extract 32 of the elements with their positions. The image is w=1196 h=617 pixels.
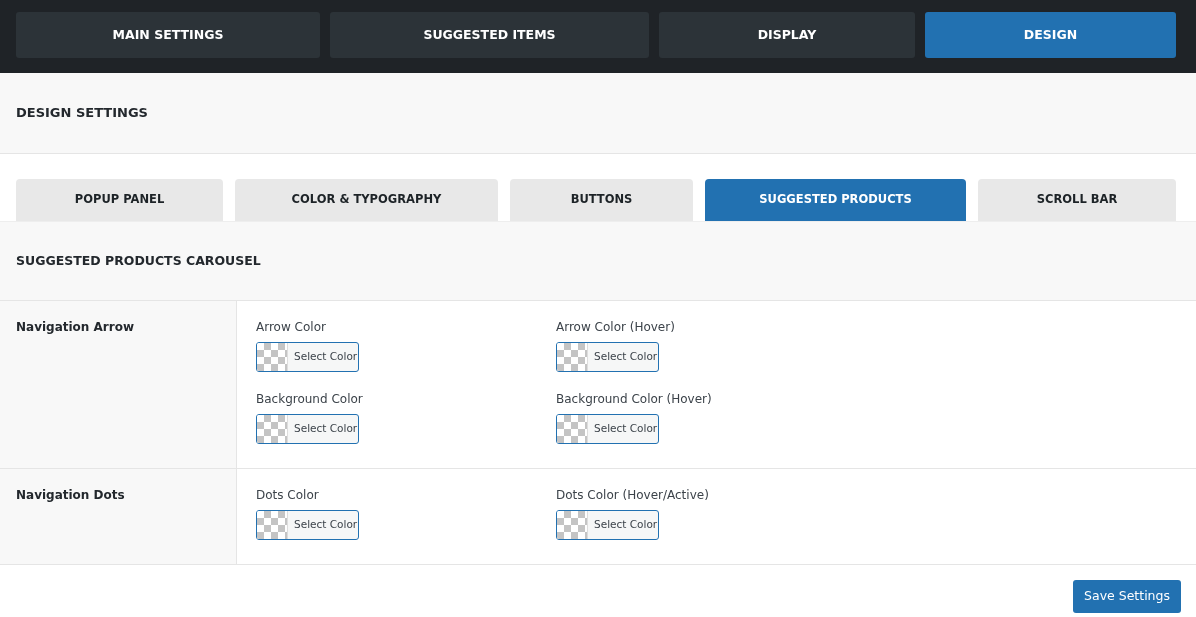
field-label: Dots Color xyxy=(256,487,320,505)
field-label: Background Color (Hover) xyxy=(556,391,713,409)
sub-tab[interactable]: SCROLL BAR xyxy=(978,178,1176,221)
field-label: Dots Color (Hover/Active) xyxy=(556,487,710,505)
main-tab[interactable]: SUGGESTED ITEMS xyxy=(330,12,649,58)
sub-tab[interactable]: COLOR & TYPOGRAPHY xyxy=(235,178,498,221)
main-tab[interactable]: MAIN SETTINGS xyxy=(16,12,320,58)
color-picker-button[interactable]: Select Color xyxy=(556,414,659,445)
color-picker-button[interactable]: Select Color xyxy=(256,510,359,541)
section-title: DESIGN SETTINGS xyxy=(0,73,1196,154)
transparent-swatch-icon xyxy=(557,343,588,372)
main-tab[interactable]: DISPLAY xyxy=(659,12,915,58)
transparent-swatch-icon xyxy=(557,415,588,444)
panel-title: SUGGESTED PRODUCTS CAROUSEL xyxy=(0,220,1196,302)
color-picker-button[interactable]: Select Color xyxy=(556,510,659,541)
color-picker-button[interactable]: Select Color xyxy=(256,342,359,373)
field-label: Arrow Color xyxy=(256,319,327,337)
transparent-swatch-icon xyxy=(257,343,288,372)
sub-tab[interactable]: POPUP PANEL xyxy=(16,178,223,221)
transparent-swatch-icon xyxy=(257,511,288,540)
group-label: Navigation Arrow xyxy=(0,301,237,469)
group-label: Navigation Dots xyxy=(0,469,237,565)
field-label: Arrow Color (Hover) xyxy=(556,319,676,337)
field-label: Background Color xyxy=(256,391,364,409)
sub-tab[interactable]: SUGGESTED PRODUCTS xyxy=(705,178,966,221)
color-picker-button[interactable]: Select Color xyxy=(256,414,359,445)
sub-tab[interactable]: BUTTONS xyxy=(510,178,693,221)
transparent-swatch-icon xyxy=(257,415,288,444)
color-picker-button[interactable]: Select Color xyxy=(556,342,659,373)
main-tab[interactable]: DESIGN xyxy=(925,12,1176,58)
save-settings-button[interactable]: Save Settings xyxy=(1073,580,1181,613)
transparent-swatch-icon xyxy=(557,511,588,540)
